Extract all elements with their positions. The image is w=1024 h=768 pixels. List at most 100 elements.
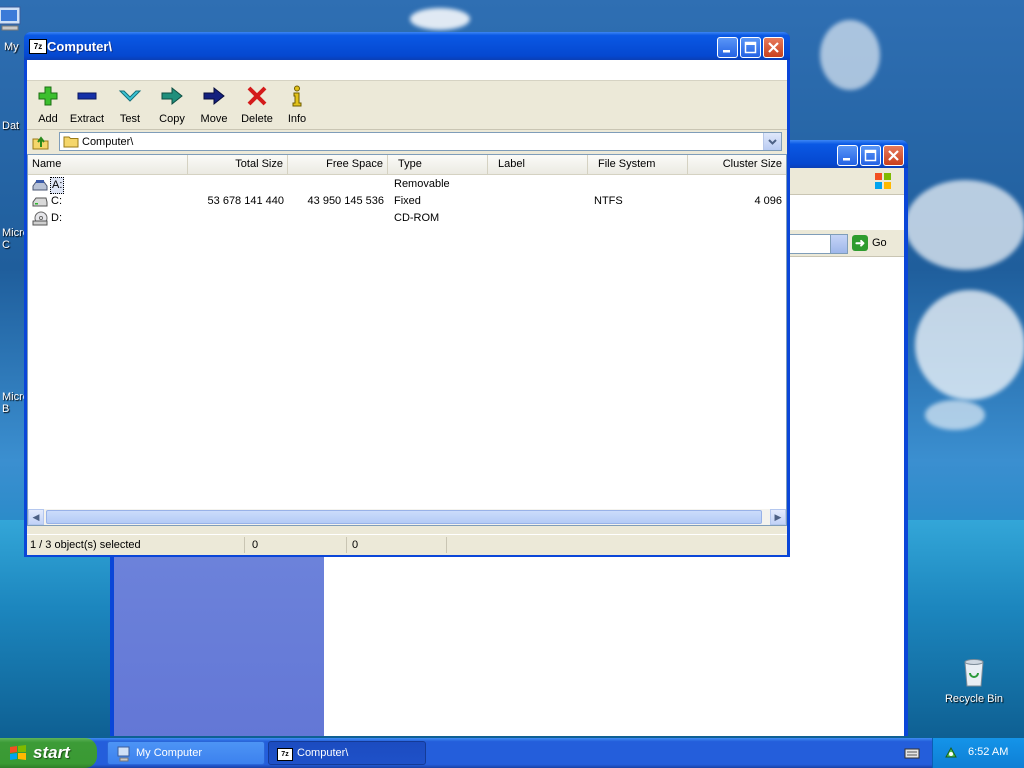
extract-button[interactable]: Extract <box>67 85 107 127</box>
row-label <box>490 176 590 193</box>
keyboard-icon[interactable] <box>904 746 920 760</box>
extract-label: Extract <box>69 113 105 125</box>
minimize-button[interactable] <box>717 37 738 58</box>
path-text: Computer\ <box>82 136 134 148</box>
test-icon <box>118 90 142 102</box>
wallpaper-cloud <box>905 180 1024 270</box>
test-button[interactable]: Test <box>115 85 145 127</box>
horizontal-scrollbar[interactable]: ◀ ▶ <box>28 509 786 525</box>
chevron-down-icon <box>768 139 777 145</box>
close-button[interactable] <box>763 37 784 58</box>
taskbar-item-sevenzip[interactable]: 7z Computer\ <box>268 741 426 765</box>
list-item[interactable]: A: Removable <box>28 176 786 194</box>
path-combobox[interactable]: Computer\ <box>59 132 782 151</box>
wallpaper-cloud <box>410 8 470 30</box>
maximize-icon <box>744 41 757 54</box>
column-header: Name Total Size Free Space Type Label Fi… <box>28 155 786 175</box>
row-free-space <box>288 210 388 227</box>
scroll-thumb[interactable] <box>46 510 762 524</box>
clock[interactable]: 6:52 AM <box>968 746 1008 758</box>
desktop-icon-recycle-bin[interactable]: Recycle Bin <box>939 656 1009 705</box>
toolbar: Add Extract Test Copy Move Delete Info <box>27 81 787 130</box>
row-cluster-size <box>688 176 786 193</box>
add-icon <box>38 86 58 106</box>
column-name[interactable]: Name <box>28 155 188 174</box>
column-label[interactable]: Label <box>488 155 588 174</box>
row-total-size <box>188 210 288 227</box>
add-button[interactable]: Add <box>33 85 63 127</box>
test-label: Test <box>119 113 141 125</box>
go-arrow-icon: ➜ <box>852 235 868 251</box>
row-name: A: <box>50 177 65 194</box>
desktop-icon-label: Recycle Bin <box>944 693 1004 705</box>
status-bar: 1 / 3 object(s) selected 0 0 <box>27 534 787 555</box>
up-folder-button[interactable] <box>31 133 51 151</box>
row-cluster-size: 4 096 <box>754 195 782 207</box>
taskbar-item-label: My Computer <box>136 747 203 759</box>
row-free-space <box>288 176 388 193</box>
taskbar-item-my-computer[interactable]: My Computer <box>107 741 265 765</box>
windows-flag-icon <box>10 745 26 760</box>
wallpaper-cloud <box>925 400 985 430</box>
network-icon[interactable] <box>943 745 959 761</box>
row-name: C: <box>51 195 62 207</box>
cd-drive-icon <box>32 211 48 226</box>
add-label: Add <box>38 113 58 125</box>
go-button[interactable]: ➜ Go <box>852 234 896 252</box>
floppy-drive-icon <box>32 180 48 191</box>
scroll-left-button[interactable]: ◀ <box>28 509 44 525</box>
column-free-space[interactable]: Free Space <box>288 155 388 174</box>
computer-icon <box>0 6 21 31</box>
column-cluster-size[interactable]: Cluster Size <box>688 155 786 174</box>
hard-drive-icon <box>32 197 48 207</box>
status-size: 0 <box>249 537 347 553</box>
close-button[interactable] <box>883 145 904 166</box>
path-dropdown-button[interactable] <box>763 133 781 150</box>
row-total-size <box>188 176 288 193</box>
status-packed: 0 <box>349 537 447 553</box>
info-label: Info <box>287 113 307 125</box>
maximize-button[interactable] <box>860 145 881 166</box>
chevron-down-icon[interactable] <box>830 235 847 253</box>
file-list[interactable]: Name Total Size Free Space Type Label Fi… <box>27 154 787 526</box>
column-file-system[interactable]: File System <box>588 155 688 174</box>
sevenzip-titlebar[interactable]: 7z Computer\ <box>24 32 790 60</box>
maximize-icon <box>864 149 877 162</box>
folder-icon <box>63 136 79 148</box>
menu-bar <box>27 60 787 81</box>
row-label <box>490 193 590 210</box>
copy-button[interactable]: Copy <box>155 85 189 127</box>
windows-logo-icon <box>875 173 891 189</box>
delete-icon <box>247 86 267 106</box>
column-total-size[interactable]: Total Size <box>188 155 288 174</box>
move-icon <box>203 86 225 106</box>
row-type: CD-ROM <box>394 212 440 224</box>
minimize-icon <box>843 158 850 161</box>
row-type: Fixed <box>394 195 421 207</box>
system-tray: 6:52 AM <box>932 738 1024 768</box>
sevenzip-window[interactable]: 7z Computer\ Add Extract Test Copy Move … <box>24 32 790 557</box>
sevenzip-app-icon: 7z <box>277 748 293 761</box>
minimize-icon <box>723 50 730 53</box>
close-icon <box>888 150 899 161</box>
row-name: D: <box>51 212 62 224</box>
column-type[interactable]: Type <box>388 155 488 174</box>
row-total-size: 53 678 141 440 <box>207 195 284 207</box>
info-icon <box>292 85 302 107</box>
sevenzip-client-area: Add Extract Test Copy Move Delete Info C… <box>27 60 787 555</box>
start-button[interactable]: start <box>0 738 97 768</box>
list-item[interactable]: D: CD-ROM <box>28 210 786 227</box>
list-item[interactable]: C: 53 678 141 440 43 950 145 536 Fixed N… <box>28 193 786 210</box>
move-button[interactable]: Move <box>197 85 231 127</box>
address-bar: Computer\ <box>27 130 787 154</box>
info-button[interactable]: Info <box>283 85 311 127</box>
up-folder-icon <box>32 136 49 150</box>
start-label: start <box>33 743 70 762</box>
minimize-button[interactable] <box>837 145 858 166</box>
maximize-button[interactable] <box>740 37 761 58</box>
taskbar-item-label: Computer\ <box>297 747 349 759</box>
scroll-right-button[interactable]: ▶ <box>770 509 786 525</box>
copy-icon <box>161 86 183 106</box>
delete-button[interactable]: Delete <box>237 85 277 127</box>
window-title: Computer\ <box>47 39 112 54</box>
